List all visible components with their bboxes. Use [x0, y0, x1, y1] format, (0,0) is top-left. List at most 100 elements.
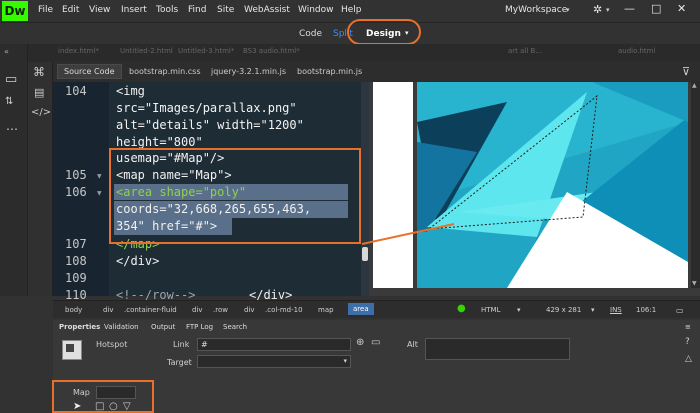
left-dock: « ▭ ⇅ ⋯ [0, 44, 28, 296]
menu-file[interactable]: File [38, 5, 53, 15]
tab-properties[interactable]: Properties [59, 323, 100, 331]
panel-menu-icon[interactable]: ≡ [685, 323, 691, 331]
insert-mode[interactable]: INS [610, 306, 622, 314]
doc-tab[interactable]: BS3 audio.html* [243, 47, 300, 55]
alt-label: Alt [407, 340, 418, 349]
menu-tools[interactable]: Tools [156, 5, 178, 15]
menu-site[interactable]: Site [217, 5, 234, 15]
menu-help[interactable]: Help [341, 5, 362, 15]
chevron-down-icon[interactable]: ▾ [517, 306, 521, 314]
doc-tab[interactable]: Untitled-2.html [120, 47, 173, 55]
file-icon[interactable]: ▤ [34, 86, 44, 99]
line-number: 109 [65, 271, 87, 285]
design-scrollbar[interactable]: ▲ ▼ [691, 82, 700, 288]
line-number: 107 [65, 237, 87, 251]
hotspot-icon [62, 340, 82, 360]
tag-item[interactable]: .container-fluid [124, 306, 177, 314]
related-source-code[interactable]: Source Code [57, 64, 122, 79]
close-icon[interactable]: ✕ [677, 2, 686, 15]
code-toolbar: ⌘ ▤ </> [28, 62, 53, 296]
properties-panel: Hotspot Link # ⊕ ▭ Alt Target ▾ Map ➤ □ … [52, 334, 700, 413]
window-size[interactable]: 429 x 281 [546, 306, 581, 314]
tab-output[interactable]: Output [151, 323, 175, 331]
menu-webassist[interactable]: WebAssist [244, 5, 290, 15]
tag-item[interactable]: div [244, 306, 255, 314]
panel-tabs: Properties Validation Output FTP Log Sea… [53, 320, 700, 334]
code-line: alt="details" width="1200" [116, 118, 304, 132]
doc-tab[interactable]: audio.html [618, 47, 655, 55]
more-icon[interactable]: ⋯ [6, 122, 18, 136]
alt-input[interactable] [425, 338, 570, 360]
menu-window[interactable]: Window [298, 5, 334, 15]
tab-ftp-log[interactable]: FTP Log [186, 323, 213, 331]
code-lines: 104 105 ▼ 106 ▼ 107 108 109 110 <img src… [53, 84, 362, 302]
dom-tree-icon[interactable]: ⌘ [33, 65, 45, 79]
scroll-down-icon[interactable]: ▼ [692, 280, 697, 287]
design-view[interactable]: ▲ ▼ [369, 82, 700, 296]
dreamweaver-window: Dw File Edit View Insert Tools Find Site… [0, 0, 700, 413]
help-icon[interactable]: ? [685, 337, 690, 347]
connector-line [361, 223, 455, 245]
scroll-up-icon[interactable]: ▲ [692, 82, 697, 89]
code-view-button[interactable]: Code [299, 29, 322, 39]
target-select[interactable]: ▾ [197, 355, 351, 368]
fold-icon[interactable]: ▼ [97, 173, 102, 180]
fold-icon[interactable]: ▼ [97, 190, 102, 197]
line-number: 108 [65, 254, 87, 268]
point-to-file-icon[interactable]: ⊕ [356, 337, 364, 348]
sort-icon[interactable]: ⇅ [5, 96, 13, 107]
filter-icon[interactable]: ⊽ [682, 65, 690, 78]
maximize-icon[interactable]: □ [651, 2, 661, 15]
expand-icon[interactable]: △ [685, 354, 692, 364]
tag-item[interactable]: body [65, 306, 82, 314]
related-file[interactable]: bootstrap.min.css [129, 67, 200, 76]
files-icon[interactable]: ▭ [5, 72, 17, 87]
line-number: 106 [65, 185, 87, 199]
folder-icon[interactable]: ▭ [371, 337, 380, 348]
code-scrollbar[interactable] [361, 82, 369, 296]
link-label: Link [173, 340, 190, 349]
document-tabs: index.html* Untitled-2.html Untitled-3.h… [28, 44, 700, 62]
collapse-icon[interactable]: « [4, 47, 9, 56]
workspace-switcher[interactable]: MyWorkspace [505, 5, 567, 15]
doctype-select[interactable]: HTML [481, 306, 500, 314]
cursor-position: 106:1 [636, 306, 657, 314]
tag-item-active[interactable]: area [348, 303, 374, 315]
code-line: height="800" [116, 135, 203, 149]
tag-item[interactable]: div [192, 306, 203, 314]
tab-search[interactable]: Search [223, 323, 247, 331]
code-line: </div> [116, 254, 160, 268]
menu-insert[interactable]: Insert [121, 5, 147, 15]
doc-tab[interactable]: index.html* [58, 47, 99, 55]
link-input[interactable]: # [197, 338, 351, 351]
related-files-bar: Source Code bootstrap.min.css jquery-3.2… [53, 62, 700, 82]
minimize-icon[interactable]: — [624, 2, 635, 15]
tag-item[interactable]: .row [213, 306, 228, 314]
tag-item[interactable]: .col-md-10 [265, 306, 303, 314]
view-bar: Code Split Design ▾ [0, 19, 700, 45]
hotspot-label: Hotspot [96, 340, 128, 349]
chevron-down-icon[interactable]: ▾ [591, 306, 595, 314]
menu-view[interactable]: View [89, 5, 110, 15]
chevron-down-icon[interactable]: ▾ [606, 6, 610, 14]
code-highlight-box [109, 148, 361, 244]
line-number: 105 [65, 168, 87, 182]
chevron-down-icon[interactable]: ▾ [566, 6, 570, 14]
menu-find[interactable]: Find [188, 5, 206, 15]
tag-item[interactable]: div [103, 306, 114, 314]
tag-item[interactable]: map [318, 306, 334, 314]
app-logo: Dw [2, 1, 28, 21]
doc-tab[interactable]: Untitled-3.html* [178, 47, 234, 55]
page-margin [373, 82, 413, 288]
menu-edit[interactable]: Edit [62, 5, 79, 15]
related-file[interactable]: jquery-3.2.1.min.js [211, 67, 286, 76]
parallax-image[interactable] [417, 82, 688, 288]
preview-icon[interactable]: ▭ [676, 306, 684, 315]
check-icon: ● [457, 303, 466, 314]
tab-validation[interactable]: Validation [104, 323, 139, 331]
doc-tab[interactable]: art all B... [508, 47, 542, 55]
gear-icon[interactable]: ✲ [593, 3, 602, 16]
code-icon[interactable]: </> [31, 107, 51, 118]
map-highlight-box [52, 380, 154, 413]
related-file[interactable]: bootstrap.min.js [297, 67, 362, 76]
